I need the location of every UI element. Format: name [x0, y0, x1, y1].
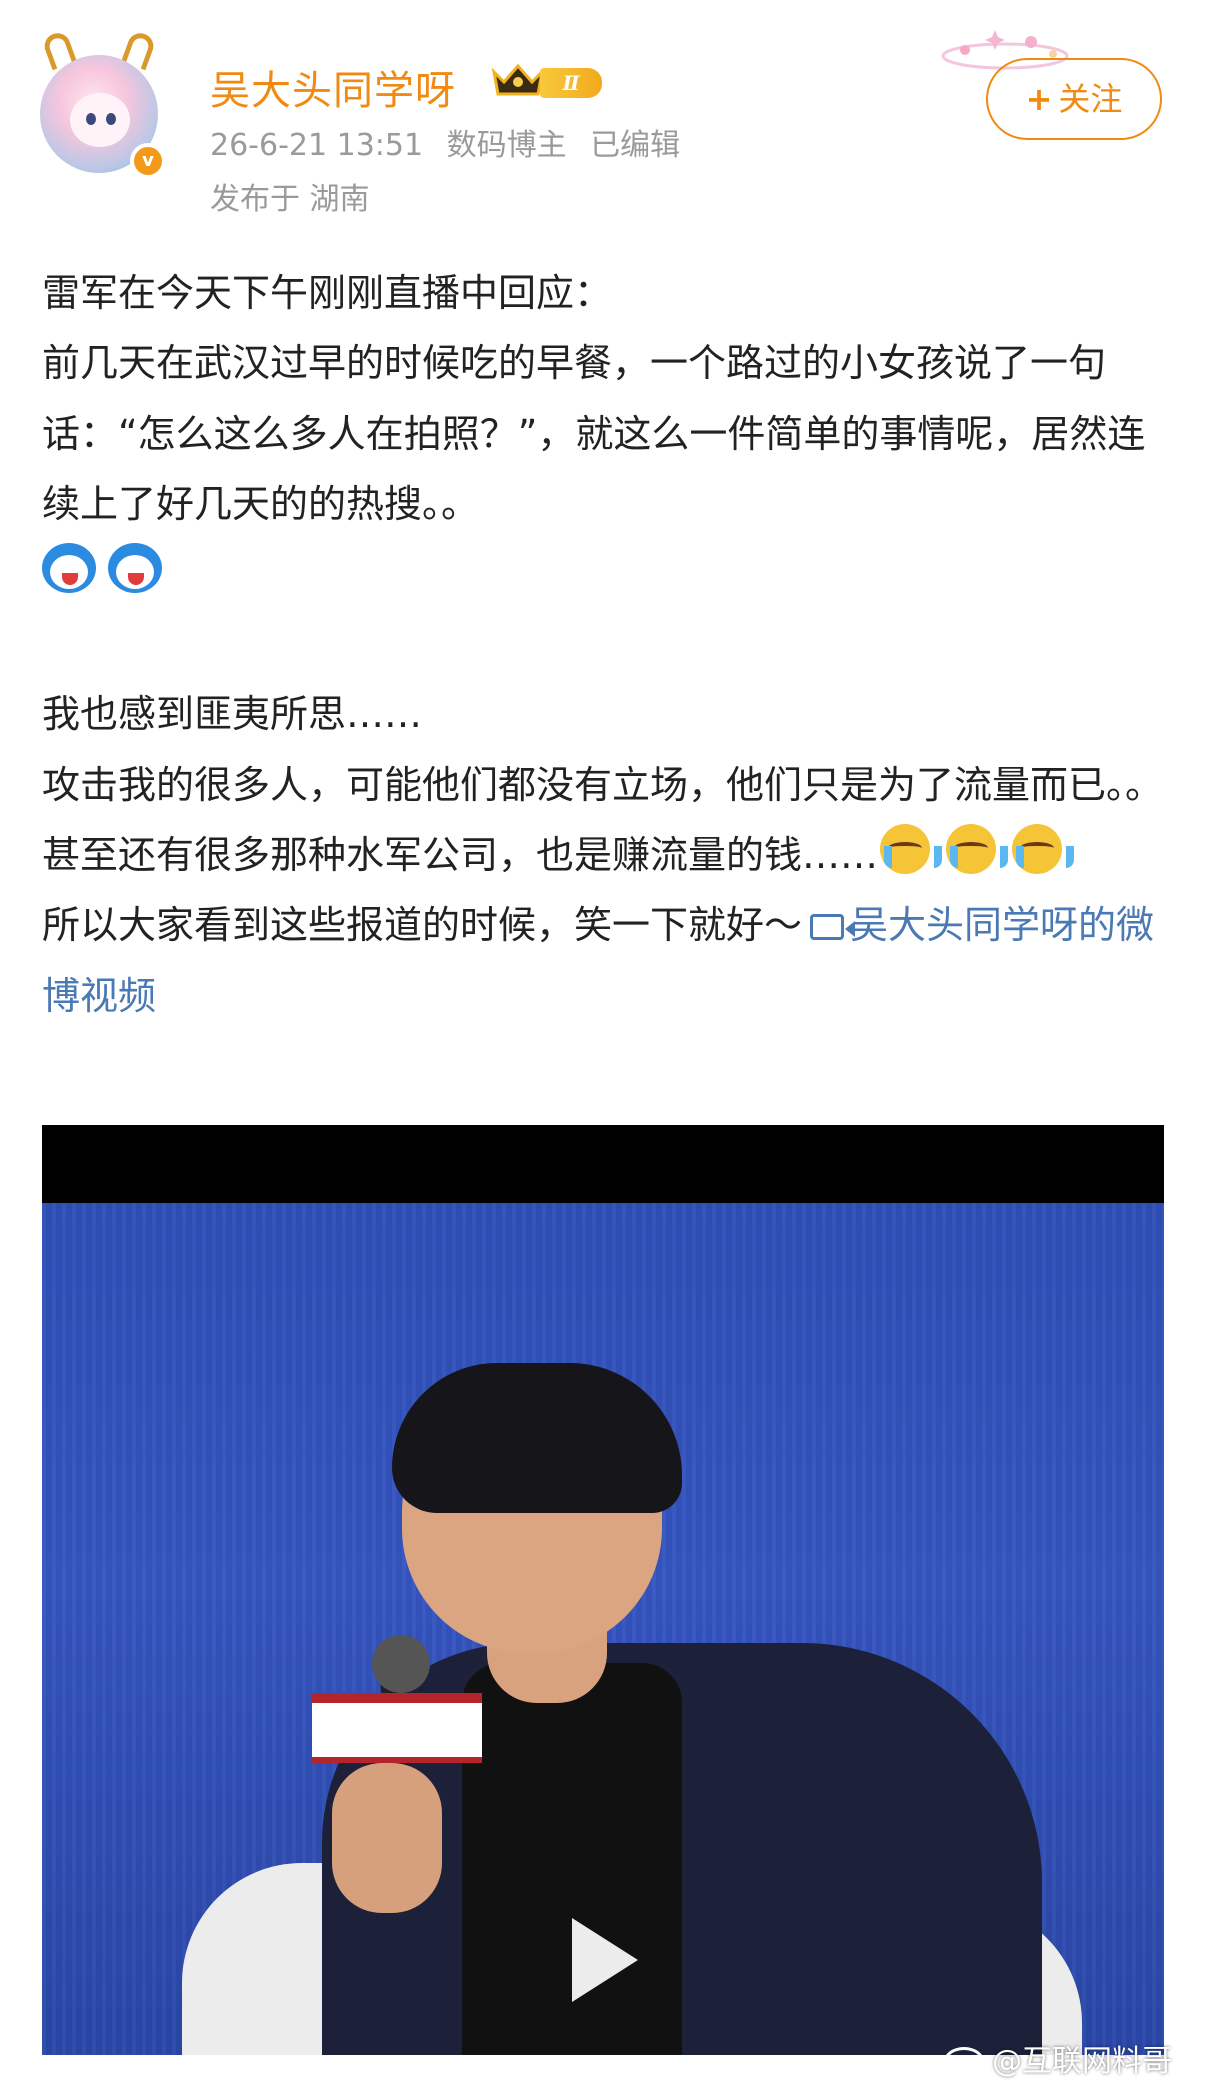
doraemon-emoji-icon [42, 543, 100, 595]
video-frame [42, 1203, 1164, 2055]
post-text-paragraph: 前几天在武汉过早的时候吃的早餐，一个路过的小女孩说了一句话：“怎么这么多人在拍照… [42, 328, 1172, 609]
video-link-icon[interactable] [810, 914, 856, 941]
post-text-line: 我也感到匪夷所思…… [42, 692, 423, 737]
level-label: Ⅱ [540, 68, 602, 98]
crying-face-emoji-icon [1010, 824, 1075, 876]
post-header: v 吴大头同学呀 Ⅱ 26-6-21 13:51 数码博主 已编辑 发布于 湖南… [0, 0, 1206, 230]
plus-icon: + [1025, 80, 1053, 118]
follow-label: 关注 [1058, 80, 1123, 118]
member-level-badge[interactable]: Ⅱ [490, 60, 608, 102]
video-player[interactable] [42, 1125, 1164, 2055]
post-text-paragraph: 攻击我的很多人，可能他们都没有立场，他们只是为了流量而已。。甚至还有很多那种水军… [42, 762, 1164, 878]
doraemon-emoji-icon [108, 543, 166, 595]
edited-label[interactable]: 已编辑 [590, 128, 680, 163]
author-category: 数码博主 [446, 128, 567, 163]
post-text-paragraph: 所以大家看到这些报道的时候，笑一下就好～ 吴大头同学呀的微博视频 [42, 903, 1155, 1018]
follow-button[interactable]: + 关注 [986, 58, 1162, 140]
watermark: @互联网料哥 [944, 2036, 1172, 2080]
microphone-flag [312, 1693, 482, 1763]
post-meta: 26-6-21 13:51 数码博主 已编辑 [210, 120, 694, 164]
author-name[interactable]: 吴大头同学呀 [210, 58, 456, 116]
crying-face-emoji-icon [878, 824, 943, 876]
weibo-logo-icon [944, 2047, 984, 2075]
play-icon[interactable] [572, 1918, 638, 2002]
post-body: 雷军在今天下午刚刚直播中回应： 前几天在武汉过早的时候吃的早餐，一个路过的小女孩… [42, 258, 1172, 1031]
post-location: 发布于 湖南 [210, 182, 370, 217]
post-text-line: 雷军在今天下午刚刚直播中回应： [42, 271, 613, 315]
crown-icon [491, 63, 545, 96]
avatar[interactable]: v [40, 29, 168, 183]
crying-face-emoji-icon [944, 824, 1009, 876]
verified-icon: v [130, 143, 166, 179]
post-time: 26-6-21 13:51 [210, 128, 424, 163]
